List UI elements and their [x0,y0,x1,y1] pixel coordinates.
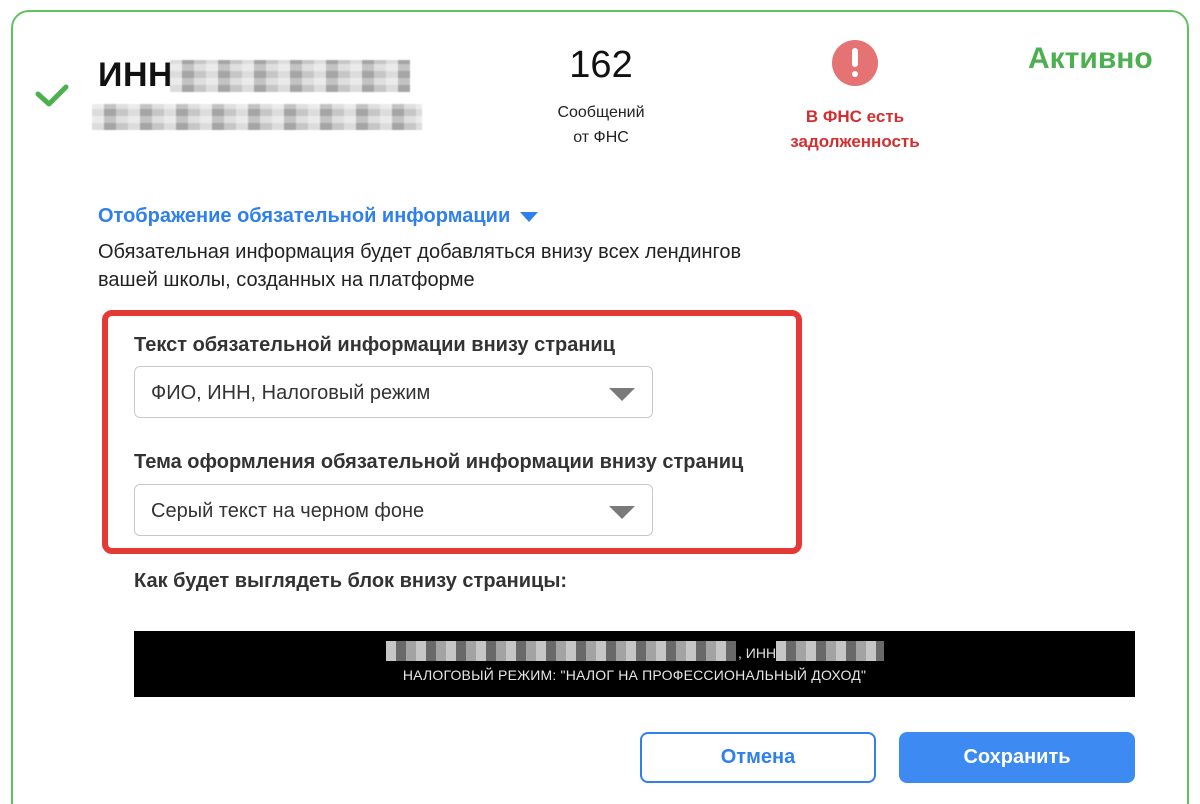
messages-count: 162 [569,44,633,86]
preview-redacted-inn [776,641,884,661]
caret-down-icon [520,211,539,222]
footer-preview-block: , ИНН НАЛОГОВЫЙ РЕЖИМ: "НАЛОГ НА ПРОФЕСС… [134,631,1135,697]
debt-alert-text: В ФНС есть задолженность [770,104,940,154]
inn-label: ИНН [98,56,174,94]
footer-theme-select-value: Серый текст на черном фоне [151,500,425,522]
footer-text-label: Текст обязательной информации внизу стра… [134,334,616,356]
debt-alert-line1: В ФНС есть [805,107,905,126]
redacted-inn-value [170,60,410,92]
preview-redacted-name [386,641,736,661]
status-badge: Активно [1028,42,1153,75]
preview-inn-label: , ИНН [738,645,777,661]
footer-theme-label: Тема оформления обязательной информации … [134,451,744,473]
redacted-owner-name [92,104,422,130]
messages-label-line1: Сообщений [557,104,645,121]
debt-alert-line2: задолженность [790,132,920,151]
chevron-down-icon [609,506,635,519]
check-icon[interactable] [34,82,70,110]
mandatory-info-toggle-label: Отображение обязательной информации [98,205,511,227]
section-description-line2: вашей школы, созданных на платформе [98,269,475,291]
footer-text-select[interactable]: ФИО, ИНН, Налоговый режим [134,366,653,418]
section-description: Обязательная информация будет добавлятьс… [98,238,818,294]
cancel-button[interactable]: Отмена [640,732,876,783]
preview-label: Как будет выглядеть блок внизу страницы: [134,570,568,592]
footer-text-select-value: ФИО, ИНН, Налоговый режим [151,382,431,404]
mandatory-info-toggle[interactable]: Отображение обязательной информации [98,205,539,228]
chevron-down-icon [609,388,635,401]
footer-theme-select[interactable]: Серый текст на черном фоне [134,484,653,536]
section-description-line1: Обязательная информация будет добавлятьс… [98,241,742,263]
alert-icon [832,40,878,86]
preview-tax-regime: НАЛОГОВЫЙ РЕЖИМ: "НАЛОГ НА ПРОФЕССИОНАЛЬ… [402,667,867,683]
messages-label: Сообщений от ФНС [530,100,672,150]
save-button[interactable]: Сохранить [899,732,1135,783]
messages-label-line2: от ФНС [573,129,629,146]
